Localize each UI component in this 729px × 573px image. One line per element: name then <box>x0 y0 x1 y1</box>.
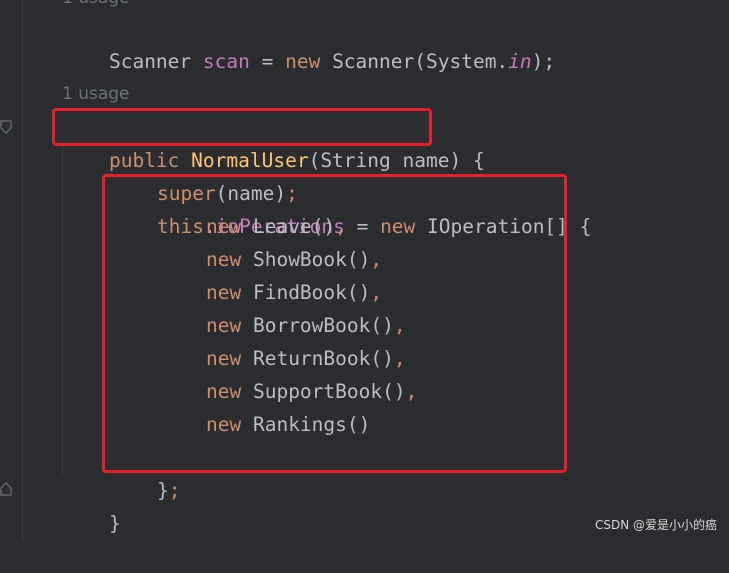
token-keyword: new <box>285 50 321 73</box>
fold-close-icon[interactable] <box>0 482 12 496</box>
token-brace: { <box>461 149 485 172</box>
token-call: Scanner(System. <box>320 50 509 73</box>
token-static-field: in <box>508 50 532 73</box>
code-line-scanner[interactable]: Scanner scan = new Scanner(System.in); <box>62 12 555 73</box>
usage-hint[interactable]: 1 usage <box>62 84 130 104</box>
highlight-box-constructor <box>52 108 432 146</box>
highlight-box-operations <box>102 174 567 473</box>
fold-open-icon[interactable] <box>0 120 12 134</box>
code-line-super[interactable]: super(name); <box>110 144 298 205</box>
token-params: (String name) <box>308 149 462 172</box>
gutter-divider <box>22 0 23 541</box>
code-editor[interactable]: 1 usage Scanner scan = new Scanner(Syste… <box>0 0 729 541</box>
token-brace: } <box>156 479 169 502</box>
code-line-close-ctor[interactable]: } <box>62 474 121 535</box>
token-semicolon: ; <box>168 479 181 502</box>
token-field: scan <box>202 50 250 73</box>
usage-hint-top: 1 usage <box>62 0 130 8</box>
token-type: Scanner <box>108 50 203 73</box>
token-op: = <box>249 50 286 73</box>
watermark: CSDN @爱是小小的癌 <box>594 518 717 532</box>
token-end: ); <box>531 50 556 73</box>
token-brace: } <box>108 512 121 535</box>
